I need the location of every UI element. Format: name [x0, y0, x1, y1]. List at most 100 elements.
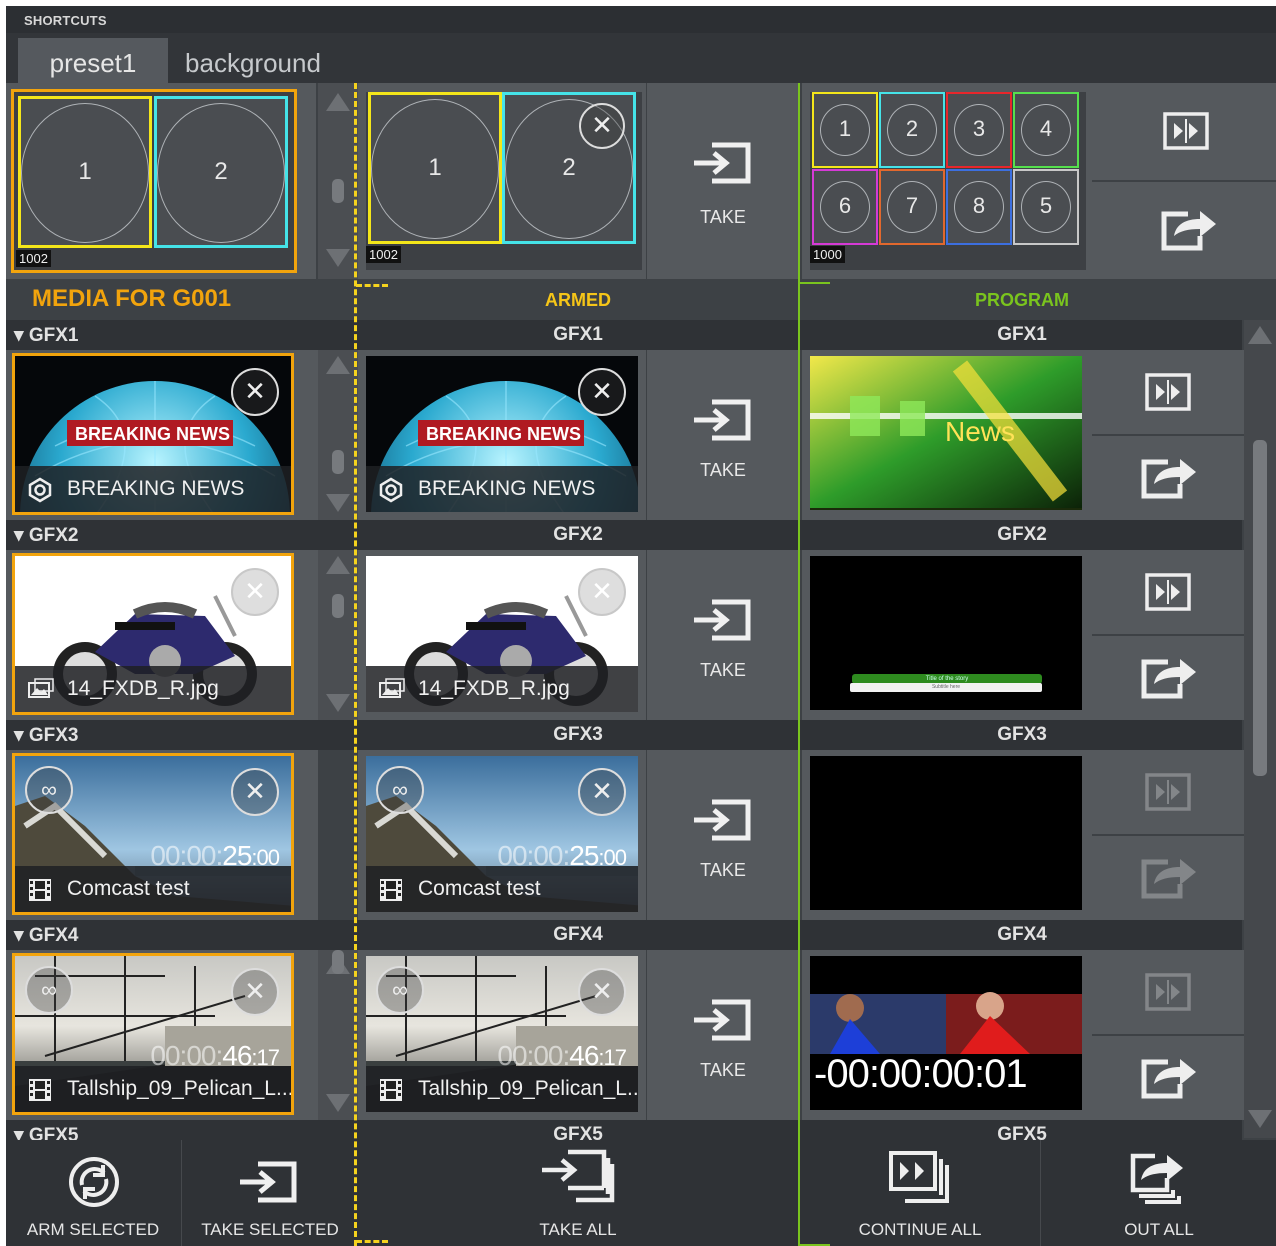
program-output-thumbnail[interactable]: News: [810, 356, 1082, 510]
clip-name: Comcast test: [67, 877, 190, 900]
clip-caption: BREAKING NEWS: [15, 466, 291, 512]
gfx-section-header[interactable]: ▾ GFX1 GFX1 GFX1: [6, 320, 1242, 350]
preset-layout-cell: 4: [1013, 92, 1079, 168]
loop-icon[interactable]: ∞: [25, 766, 73, 814]
gfx-section-header[interactable]: ▾ GFX4 GFX4 GFX4: [6, 920, 1242, 950]
out-all-button[interactable]: OUT ALL: [1040, 1140, 1276, 1246]
out-button: [1092, 836, 1244, 920]
scroll-thumb[interactable]: [332, 950, 344, 974]
program-gfx-label: GFX4: [997, 924, 1047, 945]
clip-caption: Comcast test: [366, 866, 638, 912]
armed-clip-thumbnail[interactable]: ∞ ✕ 00:00:25:00 Comcast test: [366, 756, 638, 912]
clip-name: BREAKING NEWS: [67, 477, 245, 500]
close-icon[interactable]: ✕: [578, 368, 626, 416]
media-scrollbar[interactable]: [318, 350, 358, 520]
preset-layout-cell: 8: [946, 169, 1012, 245]
take-selected-button[interactable]: TAKE SELECTED: [181, 1140, 357, 1246]
close-icon[interactable]: ✕: [578, 568, 626, 616]
gfx-section-toggle[interactable]: ▾ GFX1: [14, 324, 78, 347]
take-icon: [240, 1161, 297, 1203]
take-all-button[interactable]: TAKE ALL: [358, 1140, 798, 1246]
out-button[interactable]: [1092, 436, 1244, 520]
program-preset-thumbnail[interactable]: 1 2 3 4 6 7 8 5 1000: [810, 92, 1086, 270]
continue-button[interactable]: [1092, 350, 1244, 434]
program-gfx-cell: Title of the story Subtitle here: [802, 550, 1092, 720]
preset-cell-number: 5: [1039, 193, 1053, 218]
gfx-section-toggle[interactable]: ▾ GFX3: [14, 724, 78, 747]
out-button[interactable]: [1092, 636, 1244, 720]
preset-layout-cell: 1: [18, 96, 152, 248]
lower-third-preview: Title of the story Subtitle here: [810, 556, 1082, 710]
take-button[interactable]: TAKE: [647, 83, 799, 279]
continue-button[interactable]: [1092, 83, 1276, 180]
out-button[interactable]: [1092, 1036, 1244, 1120]
shortcuts-bar: SHORTCUTS: [6, 6, 1276, 33]
take-button[interactable]: TAKE: [647, 950, 799, 1120]
gfx-section-header[interactable]: ▾ GFX2 GFX2 GFX2: [6, 520, 1242, 550]
continue-button[interactable]: [1092, 550, 1244, 634]
out-all-icon: [1130, 1153, 1183, 1204]
armed-clip-thumbnail[interactable]: BREAKING NEWS ✕ BREAKING NEWS: [366, 356, 638, 512]
close-icon[interactable]: ✕: [578, 768, 626, 816]
take-button[interactable]: TAKE: [647, 550, 799, 720]
loop-icon[interactable]: ∞: [25, 966, 73, 1014]
program-divider-tick: [798, 282, 830, 284]
gfx-section-toggle[interactable]: ▾ GFX4: [14, 924, 78, 947]
close-icon[interactable]: ✕: [231, 968, 279, 1016]
gfx-section-name: GFX1: [28, 325, 79, 346]
armed-gfx-cell: BREAKING NEWS ✕ BREAKING NEWS: [358, 350, 646, 520]
armed-preset-thumbnail[interactable]: 1 2 ✕ 1002: [366, 92, 642, 270]
preset-cell-number: 1: [838, 116, 852, 141]
loop-icon[interactable]: ∞: [376, 766, 424, 814]
close-icon[interactable]: ✕: [231, 768, 279, 816]
program-output-thumbnail[interactable]: [810, 756, 1082, 910]
preset-layout-cell: 5: [1013, 169, 1079, 245]
scroll-thumb[interactable]: [332, 179, 344, 203]
close-icon[interactable]: ✕: [578, 968, 626, 1016]
armed-divider-line: [354, 83, 357, 1246]
program-output-thumbnail[interactable]: Title of the story Subtitle here: [810, 556, 1082, 710]
media-clip-thumbnail[interactable]: ∞ ✕ 00:00:25:00 Comcast test: [12, 753, 294, 915]
preset-cell-number: 2: [905, 116, 919, 141]
media-preset-thumbnail[interactable]: 1 2 1002: [11, 89, 297, 273]
armed-gfx-label: GFX1: [553, 324, 603, 345]
media-gfx-cell: ∞ ✕ 00:00:25:00 Comcast test: [6, 750, 318, 920]
continue-all-button[interactable]: CONTINUE ALL: [802, 1140, 1038, 1246]
scroll-thumb[interactable]: [332, 450, 344, 474]
media-clip-thumbnail[interactable]: ✕ 14_FXDB_R.jpg: [12, 553, 294, 715]
gfx-section-header[interactable]: ▾ GFX3 GFX3 GFX3: [6, 720, 1242, 750]
take-icon: [690, 598, 754, 642]
scroll-thumb[interactable]: [1253, 440, 1267, 776]
video-icon: [378, 1077, 404, 1101]
media-scrollbar[interactable]: [318, 550, 358, 720]
out-button[interactable]: [1092, 182, 1276, 279]
preset-scrollbar[interactable]: [318, 83, 358, 279]
armed-clip-thumbnail[interactable]: ∞ ✕ 00:00:46:17 Tallship_09_Pelican_L...: [366, 956, 638, 1112]
media-clip-thumbnail[interactable]: BREAKING NEWS ✕ BREAKING NEWS: [12, 353, 294, 515]
scroll-thumb[interactable]: [332, 594, 344, 618]
armed-clip-thumbnail[interactable]: ✕ 14_FXDB_R.jpg: [366, 556, 638, 712]
close-icon[interactable]: ✕: [579, 103, 625, 149]
out-icon: [1161, 211, 1216, 251]
continue-icon: [1144, 972, 1192, 1012]
close-icon[interactable]: ✕: [231, 368, 279, 416]
continue-icon: [1163, 112, 1209, 150]
main-scrollbar[interactable]: [1244, 320, 1276, 1138]
media-clip-thumbnail[interactable]: ∞ ✕ 00:00:46:17 Tallship_09_Pelican_L...: [12, 953, 294, 1115]
program-column-title: PROGRAM: [975, 290, 1069, 310]
arm-selected-button[interactable]: ARM SELECTED: [6, 1140, 180, 1246]
armed-column-title: ARMED: [545, 290, 611, 310]
program-output-thumbnail[interactable]: -00:00:00:01: [810, 956, 1082, 1110]
media-scrollbar[interactable]: [318, 950, 358, 1120]
preset-cell-number: 1: [78, 158, 92, 185]
tab-background[interactable]: background: [168, 38, 338, 83]
loop-icon[interactable]: ∞: [376, 966, 424, 1014]
preset-id: 1002: [16, 250, 51, 267]
take-button[interactable]: TAKE: [647, 350, 799, 520]
close-icon[interactable]: ✕: [231, 568, 279, 616]
out-all-label: OUT ALL: [1124, 1220, 1194, 1239]
take-button[interactable]: TAKE: [647, 750, 799, 920]
tab-preset1[interactable]: preset1: [18, 38, 168, 83]
gfx-section-toggle[interactable]: ▾ GFX2: [14, 524, 78, 547]
preset-cell-number: 2: [214, 158, 228, 185]
